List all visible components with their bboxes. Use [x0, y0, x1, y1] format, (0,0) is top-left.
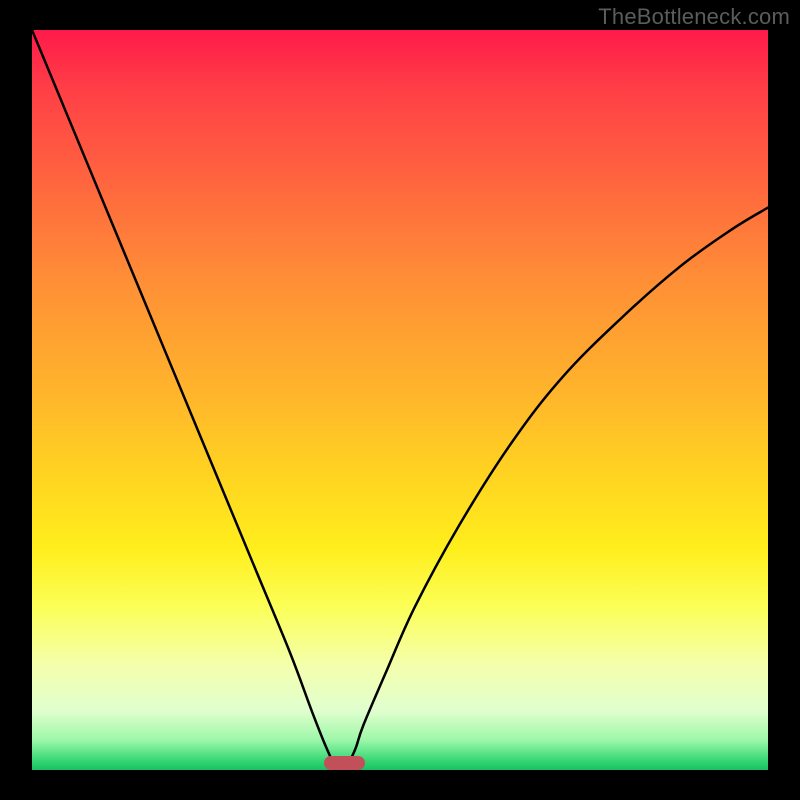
watermark-text: TheBottleneck.com	[598, 4, 790, 30]
chart-plot-area	[32, 30, 768, 770]
optimal-zone-marker	[324, 756, 365, 770]
bottleneck-curve-line	[32, 30, 768, 770]
chart-svg	[32, 30, 768, 770]
